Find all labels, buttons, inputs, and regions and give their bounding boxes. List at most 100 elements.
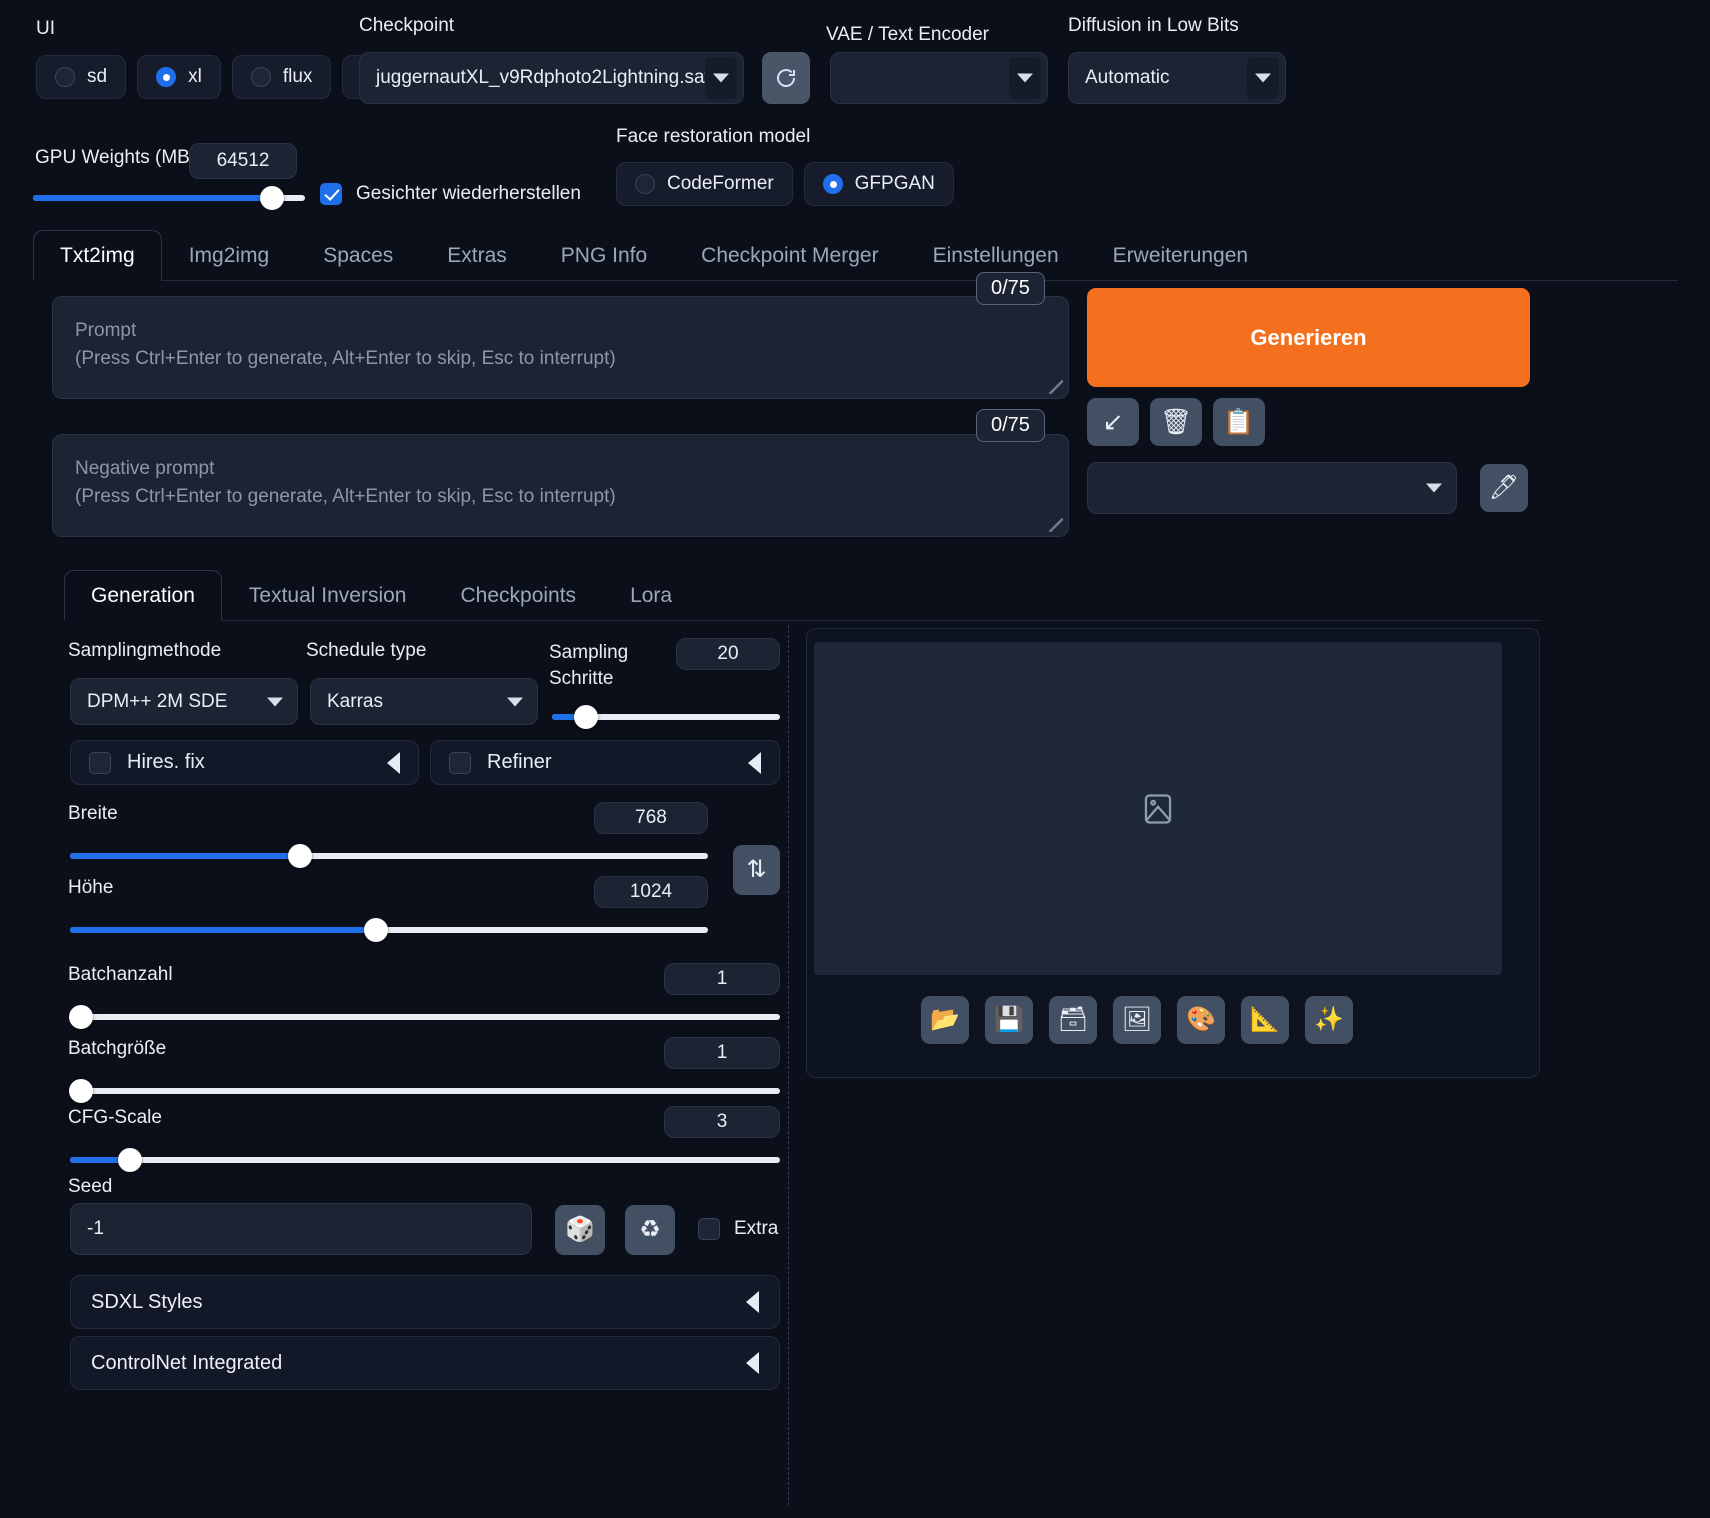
collapse-arrow-icon[interactable] (746, 1352, 759, 1374)
negative-prompt-input[interactable]: Negative prompt (Press Ctrl+Enter to gen… (52, 434, 1069, 537)
tab-img2img[interactable]: Img2img (162, 230, 297, 280)
main-tabbar[interactable]: Txt2img Img2img Spaces Extras PNG Info C… (33, 230, 1678, 281)
controlnet-accordion[interactable]: ControlNet Integrated (70, 1336, 780, 1390)
send-to-extras-button[interactable]: 📐 (1241, 996, 1289, 1044)
slider-knob[interactable] (69, 1079, 94, 1103)
seed-value: -1 (87, 1218, 104, 1239)
schedule-type-dropdown[interactable]: Karras (310, 678, 538, 725)
generation-tabbar[interactable]: Generation Textual Inversion Checkpoints… (64, 570, 1540, 621)
low-bits-dropdown[interactable]: Automatic (1068, 52, 1286, 104)
slider-knob[interactable] (287, 844, 312, 868)
random-seed-button[interactable]: 🎲 (555, 1205, 605, 1255)
sampling-method-label: Samplingmethode (68, 640, 222, 661)
open-folder-button[interactable]: 📂 (921, 996, 969, 1044)
height-slider[interactable] (70, 918, 708, 942)
height-number: 1024 (629, 881, 673, 902)
chevron-down-icon (1426, 483, 1442, 493)
collapse-arrow-icon[interactable] (748, 751, 761, 774)
batch-count-label: Batchanzahl (68, 964, 173, 985)
edit-styles-button[interactable]: 🖊 (1480, 464, 1528, 512)
prompt-actions[interactable]: ↙ 🗑 📋 (1087, 398, 1265, 446)
collapse-arrow-icon[interactable] (387, 751, 400, 774)
send-to-img2img-button[interactable]: 🖼 (1113, 996, 1161, 1044)
checkpoint-dropdown[interactable]: juggernautXL_v9Rdphoto2Lightning.safe (359, 52, 744, 104)
preview-toolbar[interactable]: 📂 💾 🗃 🖼 🎨 📐 ✨ (921, 996, 1353, 1044)
width-value[interactable]: 768 (594, 802, 708, 834)
tab-checkpoints[interactable]: Checkpoints (434, 570, 604, 620)
ui-option-xl[interactable]: xl (137, 55, 221, 99)
vae-dropdown[interactable] (830, 52, 1048, 104)
hires-fix-accordion[interactable]: Hires. fix (70, 740, 419, 785)
slider-knob[interactable] (364, 918, 389, 942)
prompt-input[interactable]: Prompt (Press Ctrl+Enter to generate, Al… (52, 296, 1069, 399)
checkbox-icon[interactable] (320, 183, 342, 205)
resize-handle[interactable] (1049, 518, 1063, 532)
slider-knob[interactable] (69, 1005, 94, 1029)
extra-seed-checkbox-row[interactable]: Extra (698, 1218, 778, 1240)
tab-txt2img[interactable]: Txt2img (33, 230, 162, 281)
tab-erweiterungen[interactable]: Erweiterungen (1086, 230, 1275, 280)
send-to-inpaint-button[interactable]: 🎨 (1177, 996, 1225, 1044)
face-model-gfpgan[interactable]: GFPGAN (803, 162, 954, 206)
sampling-steps-number: 20 (717, 643, 739, 664)
clear-prompt-button[interactable]: 🗑 (1150, 398, 1202, 446)
sampling-steps-value[interactable]: 20 (676, 638, 780, 670)
gpu-weights-slider[interactable] (33, 186, 305, 210)
swap-dimensions-button[interactable]: ⇅ (733, 845, 780, 895)
batch-count-slider[interactable] (69, 1005, 780, 1029)
tab-png-info[interactable]: PNG Info (534, 230, 674, 280)
slider-track (70, 1088, 780, 1094)
cfg-scale-slider[interactable] (70, 1148, 780, 1172)
framed-picture-icon: 🖼 (1121, 1006, 1153, 1033)
sampling-steps-slider[interactable] (552, 705, 780, 729)
generate-button[interactable]: Generieren (1087, 288, 1530, 387)
tab-lora[interactable]: Lora (603, 570, 699, 620)
batch-count-value[interactable]: 1 (664, 963, 780, 995)
reuse-seed-button[interactable]: ♻ (625, 1205, 675, 1255)
gpu-weights-value[interactable]: 64512 (189, 143, 297, 179)
ui-option-sd[interactable]: sd (36, 55, 127, 99)
tab-generation[interactable]: Generation (64, 570, 222, 621)
sdxl-styles-accordion[interactable]: SDXL Styles (70, 1275, 780, 1329)
restore-faces-checkbox-row[interactable]: Gesichter wiederherstellen (320, 183, 581, 205)
image-preview-area[interactable] (814, 642, 1502, 975)
width-slider[interactable] (70, 844, 708, 868)
chevron-down-icon (267, 697, 283, 706)
checkbox-icon[interactable] (89, 751, 111, 774)
height-value[interactable]: 1024 (594, 876, 708, 908)
refiner-accordion[interactable]: Refiner (430, 740, 780, 785)
styles-dropdown[interactable] (1087, 462, 1457, 514)
cfg-scale-value[interactable]: 3 (664, 1106, 780, 1138)
low-bits-value: Automatic (1085, 67, 1170, 88)
face-model-codeformer-label: CodeFormer (667, 173, 774, 194)
chevron-down-icon (1255, 73, 1271, 83)
resize-handle[interactable] (1049, 380, 1063, 394)
seed-input[interactable]: -1 (70, 1203, 532, 1255)
slider-knob[interactable] (117, 1148, 142, 1172)
restore-progress-button[interactable]: ↙ (1087, 398, 1139, 446)
sampling-method-dropdown[interactable]: DPM++ 2M SDE (70, 678, 298, 725)
tab-checkpoint-merger[interactable]: Checkpoint Merger (674, 230, 905, 280)
face-model-codeformer[interactable]: CodeFormer (616, 162, 793, 206)
ui-option-flux[interactable]: flux (231, 55, 332, 99)
face-restoration-group[interactable]: CodeFormer GFPGAN (616, 162, 954, 206)
batch-size-label: Batchgröße (68, 1038, 167, 1059)
upscale-button[interactable]: ✨ (1305, 996, 1353, 1044)
tab-spaces[interactable]: Spaces (296, 230, 420, 280)
checkbox-icon[interactable] (449, 751, 471, 774)
sparkles-icon: ✨ (1314, 1006, 1344, 1033)
slider-knob[interactable] (574, 705, 599, 729)
sampling-method-value: DPM++ 2M SDE (87, 690, 228, 712)
refresh-checkpoint-button[interactable] (762, 52, 810, 104)
batch-size-value[interactable]: 1 (664, 1037, 780, 1069)
save-button[interactable]: 💾 (985, 996, 1033, 1044)
checkbox-icon[interactable] (698, 1218, 720, 1240)
save-zip-button[interactable]: 🗃 (1049, 996, 1097, 1044)
batch-size-slider[interactable] (69, 1079, 780, 1103)
paste-button[interactable]: 📋 (1213, 398, 1265, 446)
tab-extras[interactable]: Extras (420, 230, 534, 280)
tab-textual-inversion[interactable]: Textual Inversion (222, 570, 434, 620)
slider-knob[interactable] (260, 186, 285, 210)
collapse-arrow-icon[interactable] (746, 1291, 759, 1313)
panel-divider (788, 625, 789, 1505)
